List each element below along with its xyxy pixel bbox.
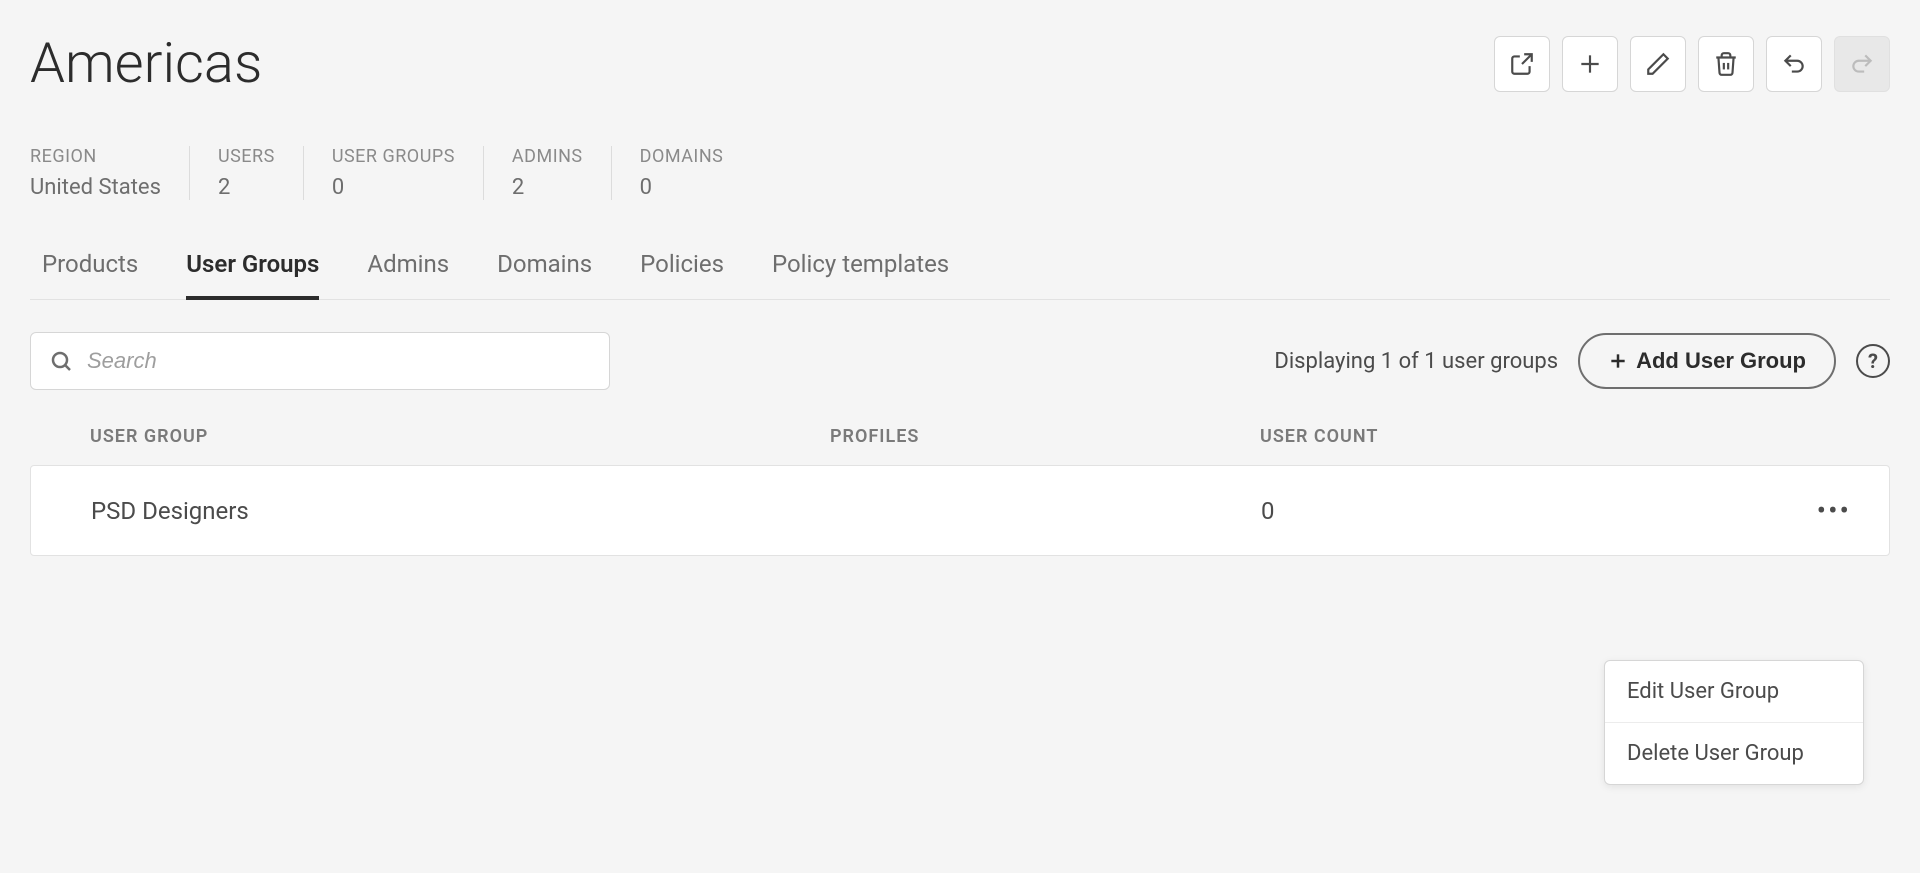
plus-icon <box>1608 351 1628 371</box>
delete-button[interactable] <box>1698 36 1754 92</box>
table-header: USER GROUP PROFILES USER COUNT <box>30 426 1890 465</box>
result-count-text: Displaying 1 of 1 user groups <box>1274 349 1558 374</box>
undo-button[interactable] <box>1766 36 1822 92</box>
tab-policy-templates[interactable]: Policy templates <box>772 250 949 300</box>
stat-admins: ADMINS 2 <box>512 146 612 200</box>
redo-button <box>1834 36 1890 92</box>
search-box[interactable] <box>30 332 610 390</box>
stat-region: REGION United States <box>30 146 190 200</box>
stats-bar: REGION United States USERS 2 USER GROUPS… <box>30 146 1890 200</box>
cell-name: PSD Designers <box>91 497 831 525</box>
tab-admins[interactable]: Admins <box>367 250 449 300</box>
add-user-group-button[interactable]: Add User Group <box>1578 333 1836 389</box>
user-groups-table: USER GROUP PROFILES USER COUNT PSD Desig… <box>30 426 1890 556</box>
stat-users: USERS 2 <box>218 146 304 200</box>
tab-products[interactable]: Products <box>42 250 138 300</box>
stat-label: DOMAINS <box>640 146 724 167</box>
stat-value: 2 <box>512 175 583 200</box>
redo-icon <box>1849 51 1875 77</box>
add-button[interactable] <box>1562 36 1618 92</box>
table-row[interactable]: PSD Designers 0 ••• <box>30 465 1890 556</box>
search-icon <box>49 349 73 373</box>
dropdown-delete-user-group[interactable]: Delete User Group <box>1605 723 1863 784</box>
row-actions-dropdown: Edit User Group Delete User Group <box>1604 660 1864 785</box>
stat-domains: DOMAINS 0 <box>640 146 752 200</box>
stat-value: 0 <box>640 175 724 200</box>
search-input[interactable] <box>87 348 591 374</box>
edit-button[interactable] <box>1630 36 1686 92</box>
tab-user-groups[interactable]: User Groups <box>186 250 319 300</box>
pencil-icon <box>1645 51 1671 77</box>
export-icon <box>1509 51 1535 77</box>
help-button[interactable]: ? <box>1856 344 1890 378</box>
column-user-group: USER GROUP <box>90 426 830 447</box>
more-actions-button[interactable]: ••• <box>1809 490 1859 531</box>
dropdown-edit-user-group[interactable]: Edit User Group <box>1605 661 1863 723</box>
add-user-group-label: Add User Group <box>1636 348 1806 374</box>
export-button[interactable] <box>1494 36 1550 92</box>
page-title: Americas <box>30 30 262 96</box>
column-user-count: USER COUNT <box>1260 426 1460 447</box>
cell-count: 0 <box>1261 497 1461 525</box>
toolbar <box>1494 36 1890 92</box>
stat-label: USER GROUPS <box>332 146 455 167</box>
tab-policies[interactable]: Policies <box>640 250 724 300</box>
plus-icon <box>1577 51 1603 77</box>
stat-value: 2 <box>218 175 275 200</box>
undo-icon <box>1781 51 1807 77</box>
column-profiles: PROFILES <box>830 426 1260 447</box>
tab-domains[interactable]: Domains <box>497 250 592 300</box>
stat-value: United States <box>30 175 161 200</box>
stat-label: ADMINS <box>512 146 583 167</box>
stat-label: REGION <box>30 146 161 167</box>
stat-user-groups: USER GROUPS 0 <box>332 146 484 200</box>
stat-label: USERS <box>218 146 275 167</box>
stat-value: 0 <box>332 175 455 200</box>
tabs: Products User Groups Admins Domains Poli… <box>30 250 1890 300</box>
trash-icon <box>1713 51 1739 77</box>
